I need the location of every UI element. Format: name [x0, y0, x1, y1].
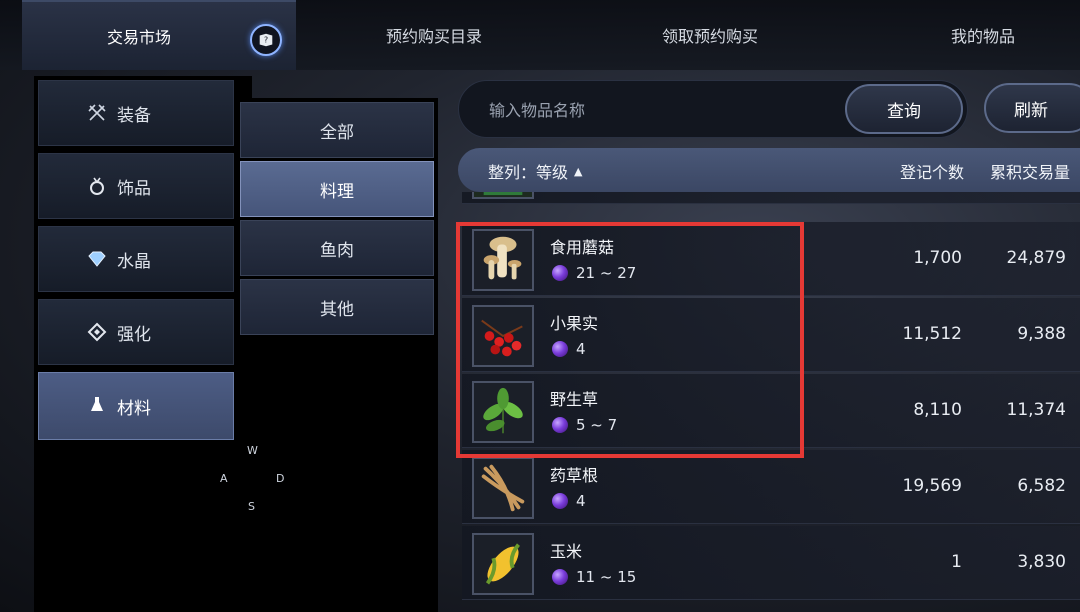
- crossed-swords-icon: [88, 104, 106, 121]
- diamond-icon: [88, 251, 106, 267]
- level-orb-icon: [552, 341, 568, 357]
- top-tab-bar: 交易市场 ? 预约购买目录 领取预约购买 我的物品: [0, 0, 1080, 70]
- query-button-label: 查询: [887, 101, 921, 122]
- subcategory-cooking[interactable]: 料理: [240, 161, 434, 217]
- item-volume: 9,388: [1017, 324, 1066, 344]
- item-thumbnail: [472, 457, 534, 519]
- sort-control[interactable]: 整列：等级 ▲: [488, 159, 582, 183]
- table-header: 整列：等级 ▲ 登记个数 累积交易量: [458, 148, 1080, 192]
- tab-label: 领取预约购买: [661, 27, 758, 46]
- item-count: 11,512: [902, 324, 962, 344]
- list-item[interactable]: 玉米 11 ~ 15 1 3,830: [462, 526, 1080, 600]
- subcategory-other[interactable]: 其他: [240, 279, 434, 335]
- subcategory-fish[interactable]: 鱼肉: [240, 220, 434, 276]
- column-header-count[interactable]: 登记个数: [900, 159, 964, 183]
- item-volume: 6,582: [1017, 476, 1066, 496]
- category-equipment[interactable]: 装备: [38, 80, 234, 146]
- corn-icon: [474, 535, 532, 593]
- item-name: 玉米: [550, 542, 583, 561]
- item-name: 小果实: [550, 314, 599, 333]
- item-level: 5 ~ 7: [552, 416, 617, 434]
- list-item[interactable]: 野生草 5 ~ 7 8,110 11,374: [462, 374, 1080, 448]
- tab-my-items[interactable]: 我的物品: [848, 0, 1080, 70]
- level-orb-icon: [552, 569, 568, 585]
- refresh-button[interactable]: 刷新: [984, 83, 1080, 133]
- item-volume: 3,830: [1017, 552, 1066, 572]
- ring-icon: [90, 177, 104, 195]
- category-label: 饰品: [117, 178, 151, 199]
- item-list: 食用蘑菇 21 ~ 27 1,700 24,879 小果实 4 11,512 9…: [458, 192, 1080, 612]
- subcategory-label: 其他: [320, 299, 354, 320]
- item-thumbnail: [472, 192, 534, 199]
- enhance-icon: [87, 322, 107, 342]
- subcategory-column: 全部 料理 鱼肉 其他: [236, 98, 438, 612]
- category-label: 装备: [117, 105, 151, 126]
- item-level-text: 5 ~ 7: [576, 416, 618, 434]
- item-thumbnail: [472, 381, 534, 443]
- refresh-button-label: 刷新: [1014, 100, 1048, 121]
- mushroom-icon: [474, 231, 532, 289]
- list-item[interactable]: 药草根 4 19,569 6,582: [462, 450, 1080, 524]
- tab-label: 交易市场: [106, 28, 171, 47]
- item-level: 4: [552, 340, 586, 358]
- column-header-volume[interactable]: 累积交易量: [990, 159, 1070, 183]
- level-orb-icon: [552, 493, 568, 509]
- key-hint-w: W: [247, 444, 258, 457]
- query-button[interactable]: 查询: [845, 84, 963, 134]
- list-item[interactable]: 食用蘑菇 21 ~ 27 1,700 24,879: [462, 222, 1080, 296]
- red-berries-icon: [474, 307, 532, 365]
- item-thumbnail: [472, 229, 534, 291]
- key-hint-s: S: [248, 500, 255, 513]
- item-level: 4: [552, 492, 586, 510]
- item-name: 野生草: [550, 390, 599, 409]
- herb-root-icon: [474, 459, 532, 517]
- item-count: 8,110: [913, 400, 962, 420]
- category-crystal[interactable]: 水晶: [38, 226, 234, 292]
- subcategory-label: 鱼肉: [320, 240, 354, 261]
- item-thumbnail: [472, 305, 534, 367]
- category-accessory[interactable]: 饰品: [38, 153, 234, 219]
- level-orb-icon: [552, 265, 568, 281]
- item-name: 药草根: [550, 466, 599, 485]
- tab-label: 预约购买目录: [385, 27, 482, 46]
- list-item-partial[interactable]: [462, 192, 1080, 204]
- category-label: 水晶: [117, 251, 151, 272]
- potion-icon: [91, 397, 103, 411]
- item-level-text: 4: [576, 492, 586, 510]
- wild-herb-icon: [474, 383, 532, 441]
- item-count: 1,700: [913, 248, 962, 268]
- category-materials[interactable]: 材料: [38, 372, 234, 440]
- subcategory-all[interactable]: 全部: [240, 102, 434, 158]
- category-enhance[interactable]: 强化: [38, 299, 234, 365]
- level-orb-icon: [552, 417, 568, 433]
- key-hint-d: D: [276, 472, 285, 485]
- key-hint-a: A: [220, 472, 228, 485]
- item-name: 食用蘑菇: [550, 238, 615, 257]
- tab-claim-reservation[interactable]: 领取预约购买: [572, 0, 848, 70]
- sort-arrow-icon: ▲: [574, 164, 583, 178]
- help-icon[interactable]: ?: [250, 24, 282, 56]
- subcategory-label: 料理: [320, 181, 354, 202]
- search-input[interactable]: [489, 97, 819, 123]
- item-level-text: 11 ~ 15: [576, 568, 637, 586]
- item-thumbnail: [472, 533, 534, 595]
- item-volume: 24,879: [1006, 248, 1066, 268]
- item-count: 19,569: [902, 476, 962, 496]
- list-item[interactable]: 小果实 4 11,512 9,388: [462, 298, 1080, 372]
- item-level: 11 ~ 15: [552, 568, 636, 586]
- search-bar: 查询: [458, 80, 968, 138]
- category-label: 材料: [117, 398, 151, 419]
- category-label: 强化: [117, 324, 151, 345]
- tab-label: 我的物品: [950, 27, 1015, 46]
- category-column: 装备 饰品 水晶 强化 材料: [34, 76, 252, 612]
- item-level-text: 4: [576, 340, 586, 358]
- item-level: 21 ~ 27: [552, 264, 636, 282]
- svg-text:?: ?: [264, 35, 268, 45]
- tab-reservation-catalog[interactable]: 预约购买目录: [296, 0, 572, 70]
- item-volume: 11,374: [1006, 400, 1066, 420]
- item-count: 1: [951, 552, 962, 572]
- subcategory-label: 全部: [320, 122, 354, 143]
- item-level-text: 21 ~ 27: [576, 264, 637, 282]
- sort-label: 整列：等级: [488, 163, 569, 182]
